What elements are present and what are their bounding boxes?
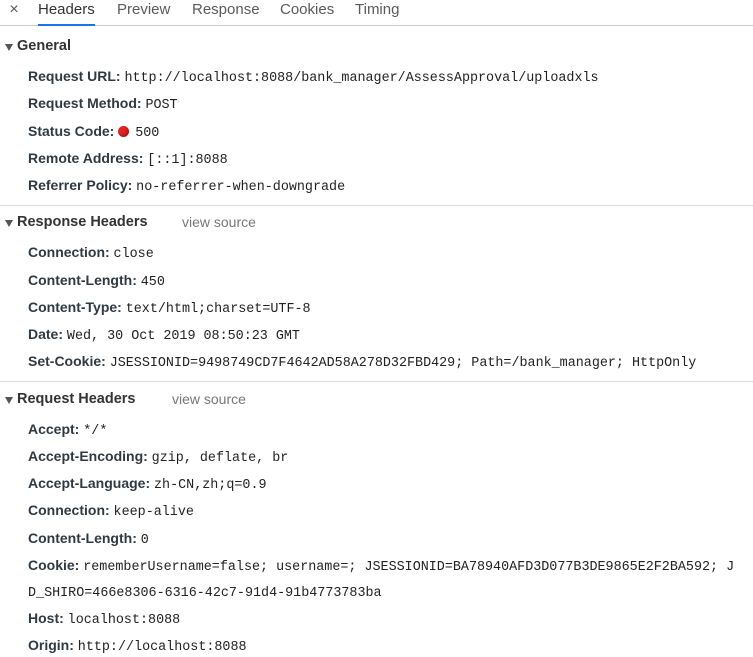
header-row: Content-Type: text/html;charset=UTF-8 — [28, 298, 311, 319]
status-code-value: 500 — [135, 126, 160, 141]
header-value: keep-alive — [113, 505, 194, 520]
tab-timing[interactable]: Timing — [355, 0, 399, 25]
header-value: 0 — [140, 533, 149, 548]
header-key: Date: — [28, 326, 64, 342]
header-value: localhost:8088 — [67, 613, 181, 628]
header-value: */* — [83, 424, 108, 439]
header-key: Accept-Encoding: — [28, 448, 148, 464]
section-divider — [0, 381, 753, 382]
devtools-tab-bar: × Headers Preview Response Cookies Timin… — [0, 0, 753, 26]
response-headers-title[interactable]: Response Headers — [17, 214, 148, 230]
referrer-policy-row: Referrer Policy: no-referrer-when-downgr… — [28, 176, 345, 197]
tab-cookies[interactable]: Cookies — [280, 0, 334, 25]
header-key: Origin: — [28, 637, 74, 653]
status-code-key: Status Code: — [28, 123, 115, 139]
header-row: Accept: */* — [28, 420, 107, 441]
header-row: Accept-Encoding: gzip, deflate, br — [28, 447, 288, 468]
status-error-dot-icon — [118, 126, 130, 137]
tab-headers[interactable]: Headers — [38, 0, 95, 26]
header-row: Connection: keep-alive — [28, 501, 194, 522]
tab-response[interactable]: Response — [192, 0, 260, 25]
header-value: 450 — [140, 275, 165, 290]
header-key: Set-Cookie: — [28, 353, 106, 369]
section-divider — [0, 205, 753, 206]
header-key: Content-Length: — [28, 272, 137, 288]
request-method-row: Request Method: POST — [28, 94, 178, 115]
header-row: Host: localhost:8088 — [28, 609, 180, 630]
remote-address-row: Remote Address: [::1]:8088 — [28, 149, 228, 170]
header-value: close — [113, 247, 154, 262]
header-row: Accept-Language: zh-CN,zh;q=0.9 — [28, 474, 267, 495]
referrer-policy-key: Referrer Policy: — [28, 177, 133, 193]
header-row: Content-Length: 450 — [28, 271, 165, 292]
header-row-continuation: D_SHIRO=466e8306-6316-42c7-91d4-91b47737… — [28, 582, 382, 603]
header-key: Content-Length: — [28, 530, 137, 546]
header-value: text/html;charset=UTF-8 — [125, 302, 311, 317]
header-key: Connection: — [28, 502, 110, 518]
remote-address-key: Remote Address: — [28, 150, 144, 166]
header-value: JSESSIONID=9498749CD7F4642AD58A278D32FBD… — [109, 356, 697, 371]
header-row: Connection: close — [28, 243, 154, 264]
request-headers-title[interactable]: Request Headers — [17, 391, 135, 407]
triangle-down-icon[interactable] — [5, 220, 13, 227]
header-row: Date: Wed, 30 Oct 2019 08:50:23 GMT — [28, 325, 300, 346]
header-value: Wed, 30 Oct 2019 08:50:23 GMT — [66, 329, 300, 344]
general-section-header[interactable]: General — [0, 35, 753, 59]
header-value-continuation: D_SHIRO=466e8306-6316-42c7-91d4-91b47737… — [28, 586, 382, 601]
triangle-down-icon[interactable] — [5, 397, 13, 404]
header-key: Accept: — [28, 421, 80, 437]
header-row: Cookie: rememberUsername=false; username… — [28, 556, 734, 577]
header-row: Origin: http://localhost:8088 — [28, 636, 247, 657]
header-value: zh-CN,zh;q=0.9 — [154, 478, 267, 493]
request-url-row: Request URL: http://localhost:8088/bank_… — [28, 67, 599, 88]
close-icon[interactable]: × — [7, 0, 21, 20]
request-method-key: Request Method: — [28, 95, 142, 111]
header-row: Set-Cookie: JSESSIONID=9498749CD7F4642AD… — [28, 352, 696, 373]
header-key: Cookie: — [28, 557, 80, 573]
remote-address-value: [::1]:8088 — [147, 153, 228, 168]
header-key: Connection: — [28, 244, 110, 260]
referrer-policy-value: no-referrer-when-downgrade — [136, 180, 346, 195]
request-headers-section-header[interactable]: Request Headers view source — [0, 388, 753, 412]
general-title[interactable]: General — [17, 38, 71, 54]
request-view-source-link[interactable]: view source — [172, 391, 246, 407]
header-value: gzip, deflate, br — [151, 451, 289, 466]
request-method-value: POST — [145, 98, 178, 113]
header-key: Content-Type: — [28, 299, 122, 315]
request-url-value: http://localhost:8088/bank_manager/Asses… — [124, 71, 599, 86]
response-headers-section-header[interactable]: Response Headers view source — [0, 211, 753, 235]
request-url-key: Request URL: — [28, 68, 121, 84]
triangle-down-icon[interactable] — [5, 44, 13, 51]
tab-preview[interactable]: Preview — [117, 0, 170, 25]
response-view-source-link[interactable]: view source — [182, 214, 256, 230]
header-row: Content-Length: 0 — [28, 529, 149, 550]
status-code-row: Status Code: 500 — [28, 122, 159, 143]
header-value: rememberUsername=false; username=; JSESS… — [83, 560, 735, 575]
header-key: Host: — [28, 610, 64, 626]
header-key: Accept-Language: — [28, 475, 151, 491]
